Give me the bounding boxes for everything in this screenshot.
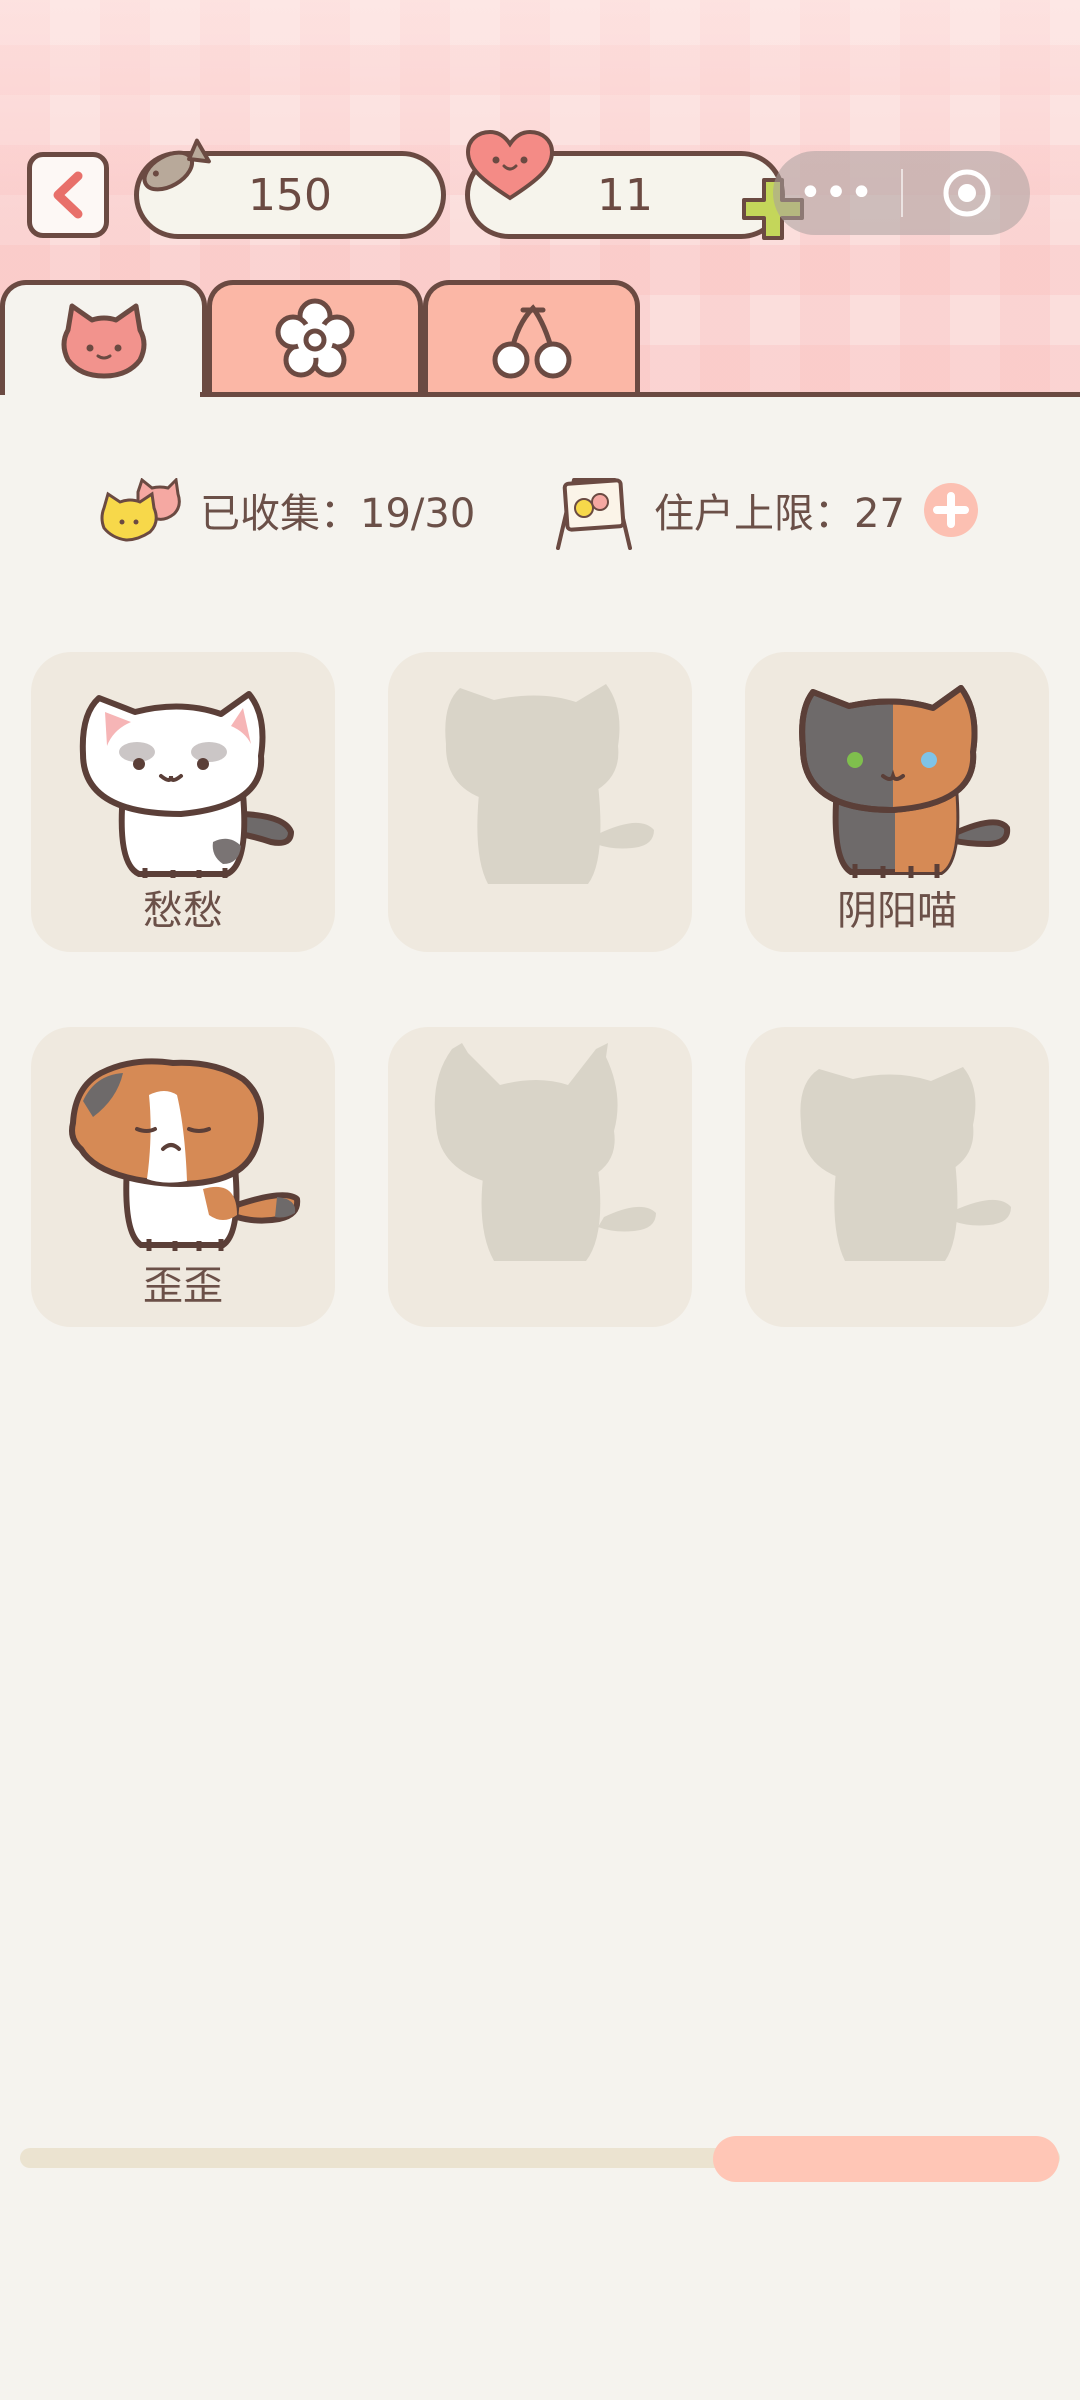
- chevron-left-icon: [53, 171, 83, 219]
- cat-silhouette-image: [445, 684, 654, 884]
- more-menu-button[interactable]: •••: [773, 151, 901, 235]
- resident-limit-text: 住户上限：27: [654, 491, 905, 537]
- cat-face-icon: [61, 303, 146, 379]
- heart-count: 11: [597, 169, 653, 221]
- cat-card-locked[interactable]: [388, 652, 692, 952]
- cat-silhouette-image: [434, 1043, 656, 1261]
- tab-cats[interactable]: [0, 280, 207, 395]
- flower-icon: [275, 298, 355, 378]
- horizontal-scroll-thumb[interactable]: [713, 2136, 1059, 2182]
- collected-stat: 已收集：19/30: [98, 478, 475, 542]
- tab-cherries[interactable]: [423, 280, 640, 395]
- cat-collection-icon: [100, 478, 181, 542]
- close-miniprogram-button[interactable]: [903, 167, 1030, 219]
- fish-count: 150: [248, 169, 332, 221]
- signboard-icon: [556, 478, 632, 550]
- cat-card[interactable]: 歪歪: [31, 1027, 335, 1327]
- miniprogram-capsule: •••: [773, 151, 1030, 235]
- back-button[interactable]: [27, 152, 109, 238]
- cat-silhouette-image: [800, 1067, 1011, 1261]
- cat-yinyangmiao-image: [799, 685, 1011, 878]
- cherry-icon: [492, 304, 571, 379]
- cat-chouchou-image: [79, 691, 294, 878]
- cat-name: 愁愁: [143, 888, 223, 934]
- target-icon: [943, 169, 990, 217]
- tab-flowers[interactable]: [207, 280, 423, 395]
- cat-card[interactable]: 愁愁: [31, 652, 335, 952]
- resident-limit-stat: 住户上限：27: [552, 478, 979, 550]
- add-limit-button[interactable]: [923, 482, 979, 538]
- collected-count-text: 已收集：19/30: [200, 491, 476, 537]
- cat-name: 阴阳喵: [837, 888, 957, 934]
- cat-name: 歪歪: [143, 1263, 223, 1309]
- fish-icon: [142, 138, 211, 192]
- cat-card-locked[interactable]: [745, 1027, 1049, 1327]
- cat-card[interactable]: 阴阳喵: [745, 652, 1049, 952]
- tab-bar-underline: [200, 392, 1080, 397]
- heart-face-icon: [465, 129, 555, 201]
- cat-card-locked[interactable]: [388, 1027, 692, 1327]
- cat-waiwai-image: [69, 1058, 301, 1251]
